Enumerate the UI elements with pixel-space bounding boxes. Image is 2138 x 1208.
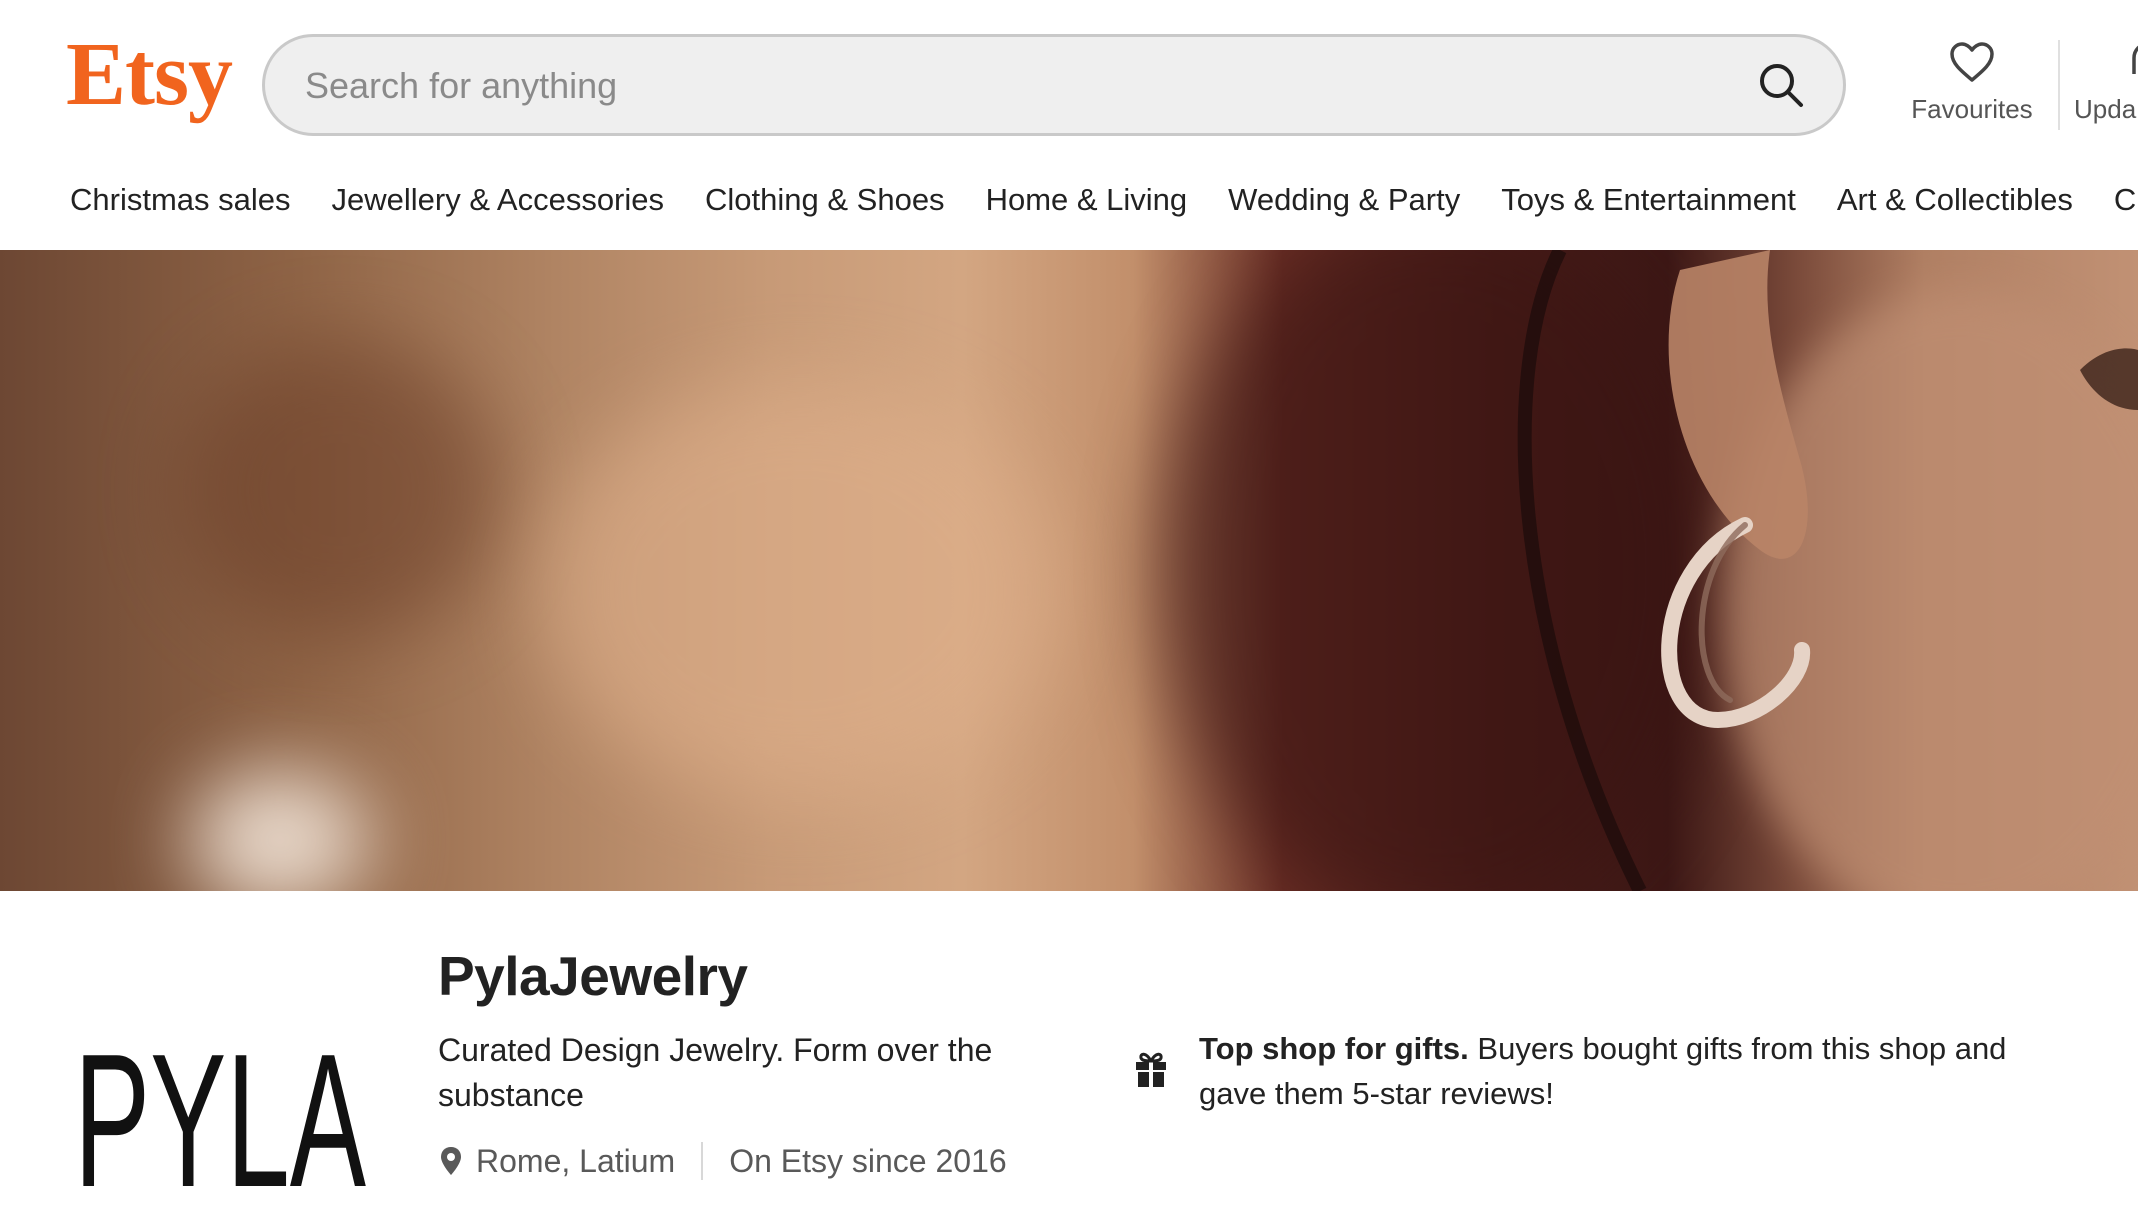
search-icon xyxy=(1760,64,1803,107)
shop-name: PylaJewelry xyxy=(438,945,748,1007)
updates-button[interactable]: Upda xyxy=(2074,40,2138,125)
nav-clothing-shoes[interactable]: Clothing & Shoes xyxy=(705,182,945,218)
bell-icon xyxy=(2132,45,2138,74)
updates-label: Upda xyxy=(2074,94,2137,124)
nav-home-living[interactable]: Home & Living xyxy=(986,182,1188,218)
shop-logo-text: PYLA xyxy=(74,1040,366,1196)
badge-title: Top shop for gifts. xyxy=(1199,1031,1469,1066)
category-nav: Christmas sales Jewellery & Accessories Cl… xyxy=(70,182,2138,226)
location-pin-icon xyxy=(441,1147,461,1175)
search-input[interactable] xyxy=(303,37,1687,135)
search-button[interactable] xyxy=(1757,61,1807,111)
nav-craft-supplies[interactable]: Cra xyxy=(2114,182,2138,218)
shop-tagline: Curated Design Jewelry. Form over the su… xyxy=(438,1032,993,1113)
gift-icon xyxy=(1136,1052,1166,1087)
shop-location: Rome, Latium xyxy=(476,1143,676,1179)
etsy-logo[interactable]: Etsy xyxy=(66,30,233,120)
nav-christmas-sales[interactable]: Christmas sales xyxy=(70,182,291,218)
meta-divider xyxy=(701,1142,704,1180)
shop-logo[interactable]: PYLA xyxy=(74,1040,374,1196)
shop-banner-image xyxy=(0,250,2138,891)
favourites-button[interactable]: Favourites xyxy=(1902,40,2042,125)
mirror-edge xyxy=(1517,250,2138,891)
search-bar[interactable] xyxy=(262,34,1846,136)
nav-toys-entertainment[interactable]: Toys & Entertainment xyxy=(1501,182,1796,218)
nav-jewellery-accessories[interactable]: Jewellery & Accessories xyxy=(332,182,665,218)
shop-since: On Etsy since 2016 xyxy=(729,1143,1007,1179)
nav-wedding-party[interactable]: Wedding & Party xyxy=(1228,182,1460,218)
nav-art-collectibles[interactable]: Art & Collectibles xyxy=(1837,182,2073,218)
top-shop-badge: Top shop for gifts. Buyers bought gifts … xyxy=(1199,1026,2049,1116)
header-divider xyxy=(2058,40,2060,130)
favourites-label: Favourites xyxy=(1911,94,2033,124)
shop-meta: Rome, Latium On Etsy since 2016 xyxy=(440,1142,1007,1180)
heart-icon xyxy=(1950,42,1994,82)
site-header: Etsy Favourites Upda Christmas sales Jewe… xyxy=(0,0,2138,254)
